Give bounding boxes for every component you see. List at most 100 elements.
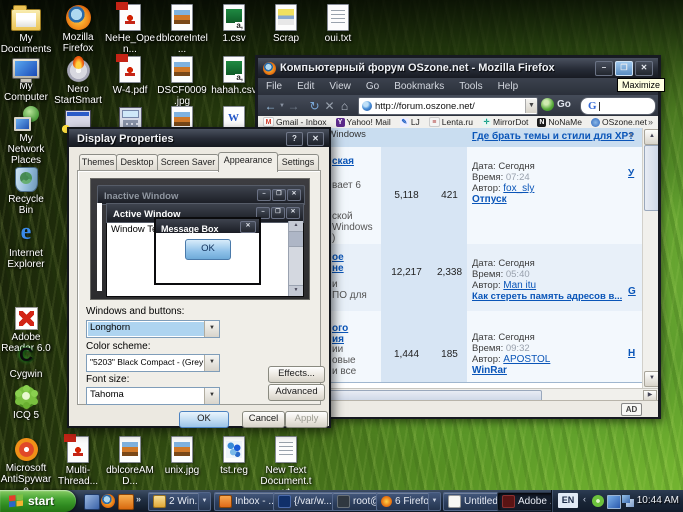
start-button[interactable]: start [0,490,76,512]
desktop-icon-dblcoreintel[interactable]: dblcoreIntel... [156,4,208,55]
bookmark-lj[interactable]: ✎LJ [400,117,420,127]
desktop-icon-nero-startsmart[interactable]: Nero StartSmart [52,56,104,106]
menu-help[interactable]: Help [498,81,519,92]
home-icon[interactable]: ⌂ [337,98,352,114]
forum-link-fragment[interactable]: ое [332,252,344,263]
desktop-icon-my-computer[interactable]: My Computer [0,56,52,103]
menu-go[interactable]: Go [366,81,379,92]
tab-screen-saver[interactable]: Screen Saver [157,154,219,171]
vertical-scrollbar[interactable]: ▲ ▼ [642,128,658,388]
url-dropdown-icon[interactable]: ▼ [525,99,537,113]
scroll-down-icon[interactable]: ▼ [644,371,658,387]
menu-file[interactable]: File [266,81,282,92]
desktop-icon-new-text-document[interactable]: New Text Document.txt [260,436,312,498]
windows-and-buttons-select[interactable]: Longhorn▼ [86,320,220,338]
desktop-icon-hahah-csv[interactable]: hahah.csv [208,56,260,96]
forum-link-fragment[interactable]: ская [332,156,354,167]
firefox-titlebar[interactable]: Компьютерный форум OSzone.net - Mozilla … [258,58,658,78]
lastpost-thread-link[interactable]: WinRar [472,365,507,376]
tab-desktop[interactable]: Desktop [116,154,158,171]
deskt op-icon-icq[interactable]: ICQ 5 [0,384,52,421]
taskbar-group-dropdown-icon[interactable]: ▼ [428,492,441,511]
ok-button[interactable]: OK [179,411,229,428]
minimize-button[interactable] [595,61,613,76]
lastpost-thread-link[interactable]: Отпуск [472,194,507,205]
chevron-down-icon[interactable]: ▼ [204,355,219,371]
back-icon[interactable]: ← [263,98,278,114]
edge-fragment[interactable]: Н [628,348,635,359]
close-button[interactable] [635,61,653,76]
desktop-icon-1csv[interactable]: 1.csv [208,4,260,44]
taskbar-button-adobe[interactable]: Adobe ... [497,492,555,511]
go-button[interactable]: Go [541,98,571,111]
tab-themes[interactable]: Themes [79,154,117,171]
desktop-icon-my-network-places[interactable]: My Network Places [0,106,52,166]
scrollbar-thumb[interactable] [644,145,658,211]
display-tray-icon[interactable] [607,495,621,509]
address-bar[interactable]: http://forum.oszone.net/ ▼ [358,97,538,115]
desktop-icon-microsoft-antispyware[interactable]: Microsoft AntiSpyware [0,436,52,496]
desktop-icon-multi-thread-pdf[interactable]: Multi-Thread... [52,436,104,487]
taskbar-group-dropdown-icon[interactable]: ▼ [198,492,211,511]
dialog-titlebar[interactable]: Display Properties [69,129,329,147]
edge-fragment[interactable]: x [629,130,633,139]
icq-tray-icon[interactable] [592,495,604,507]
quicklaunch-desktop-icon[interactable] [84,494,100,510]
quicklaunch-app-icon[interactable] [118,494,134,510]
desktop-icon-dblcoreamd[interactable]: dblcoreAMD... [104,436,156,487]
taskbar-button-root[interactable]: root@v... [332,492,382,511]
chevron-down-icon[interactable]: ▼ [204,388,219,404]
forum-link-fragment[interactable]: не [332,263,344,274]
desktop-icon-w4-pdf[interactable]: W-4.pdf [104,56,156,96]
desktop-icon-my-documents[interactable]: My Documents [0,4,52,55]
close-button[interactable] [307,132,324,146]
taskbar-button-firefox-group[interactable]: 6 Firefox [376,492,436,511]
desktop-icon-oui-txt[interactable]: oui.txt [312,4,364,44]
desktop-icon-scrap[interactable]: Scrap [260,4,312,44]
search-input[interactable]: G [580,97,656,115]
menu-view[interactable]: View [329,81,351,92]
taskbar-button-untitled[interactable]: Untitled... [443,492,503,511]
lastpost-thread-link[interactable]: Как стереть память адресов в... [472,291,622,302]
font-size-select[interactable]: Tahoma▼ [86,387,220,405]
bookmark-gmail[interactable]: MGmail - Inbox [263,117,327,127]
desktop-icon-unix-jpg[interactable]: unix.jpg [156,436,208,476]
stop-icon[interactable]: ✕ [322,98,337,114]
desktop-icon-nehe-open[interactable]: NeHe_Open... [104,4,156,55]
tab-settings[interactable]: Settings [277,154,319,171]
desktop-icon-cygwin[interactable]: Cygwin [0,345,52,380]
scroll-up-icon[interactable]: ▲ [644,129,658,145]
back-dropdown-icon[interactable]: ▼ [278,98,286,114]
menu-tools[interactable]: Tools [459,81,482,92]
bookmark-lenta[interactable]: ≡Lenta.ru [429,117,473,127]
bookmark-mirrordot[interactable]: ✛MirrorDot [482,117,528,127]
forum-link-fragment[interactable]: ого [332,323,348,334]
quicklaunch-firefox-icon[interactable] [101,494,115,508]
forward-icon[interactable]: → [286,98,301,114]
bookmark-noname[interactable]: NNoNaMe [537,117,582,127]
quicklaunch-overflow-chevron[interactable]: » [136,494,141,504]
language-indicator[interactable]: EN [558,493,578,508]
menu-edit[interactable]: Edit [297,81,314,92]
desktop-icon-tst-reg[interactable]: tst.reg [208,436,260,476]
network-tray-icon[interactable] [622,495,634,507]
edge-fragment[interactable]: У [628,168,634,179]
bookmark-oszone[interactable]: OSzone.net [591,117,647,127]
desktop-icon-mozilla-firefox[interactable]: Mozilla Firefox [52,4,104,54]
bookmark-yahoo-mail[interactable]: YYahoo! Mail [336,117,391,127]
color-scheme-select[interactable]: "5203" Black Compact - (Grey Text)▼ [86,354,220,372]
effects-button[interactable]: Effects... [268,366,325,383]
reload-icon[interactable]: ↻ [307,98,322,114]
maximize-button[interactable] [615,61,633,76]
tray-collapse-chevron[interactable]: ‹ [583,494,586,504]
taskbar-button-inbox[interactable]: Inbox - ... [214,492,279,511]
help-button[interactable] [286,132,303,146]
bookmarks-overflow-chevron[interactable]: » [648,116,653,128]
desktop-icon-internet-explorer[interactable]: Internet Explorer [0,220,52,270]
forum-lastpost-link[interactable]: Где брать темы и стили для XP? [472,131,634,142]
edge-fragment[interactable]: G [628,286,636,297]
desktop-icon-recycle-bin[interactable]: Recycle Bin [0,164,52,216]
cancel-button[interactable]: Cancel [242,411,285,428]
apply-button[interactable]: Apply [285,411,328,428]
taskbar-button-var-w[interactable]: {/var/w... [273,492,338,511]
